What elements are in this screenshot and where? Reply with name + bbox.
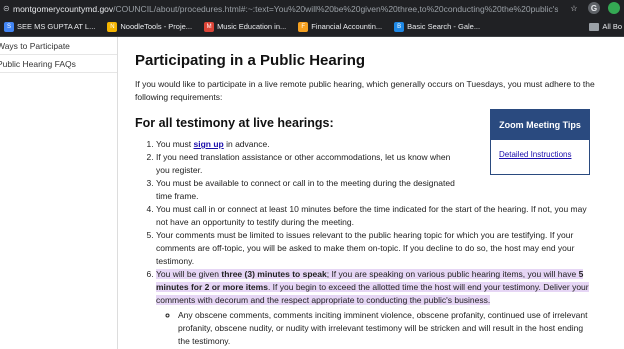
sub-list-item: Any obscene comments, comments inciting … [178,309,597,348]
bookmark-4[interactable]: B Basic Search - Gale... [394,21,480,32]
bookmark-favicon-icon: S [4,21,14,32]
list-item-highlighted: You will be given three (3) minutes to s… [156,268,597,348]
site-info-icon[interactable]: ⊝ [3,4,13,13]
extension-icon[interactable]: G [588,2,600,14]
bookmark-favicon-icon: N [107,21,118,32]
profile-avatar[interactable] [608,2,620,14]
intro-paragraph: If you would like to participate in a li… [135,79,595,102]
bookmark-favicon-icon: F [298,21,309,32]
list-item: You must call in or connect at least 10 … [156,203,597,229]
page-title: Participating in a Public Hearing [135,52,366,69]
list-item: Your comments must be limited to issues … [156,229,597,268]
list-item: You must sign up in advance. [156,138,597,151]
bookmark-favicon-icon: B [394,21,405,32]
address-bar[interactable]: ⊝ montgomerycountymd.gov/COUNCIL/about/p… [0,0,624,17]
bookmarks-bar: S SEE MS GUPTA AT L... N NoodleTools - Pro… [0,17,624,37]
bookmark-1[interactable]: N NoodleTools - Proje... [107,21,192,32]
highlighted-text: You will be given three (3) minutes to s… [156,269,589,305]
list-item: You must be available to connect or call… [156,177,456,203]
sub-list: Any obscene comments, comments inciting … [178,309,597,348]
all-bookmarks[interactable]: All Bo [589,22,622,31]
requirements-list: You must sign up in advance. If you need… [147,138,597,348]
bookmark-star-icon[interactable]: ☆ [568,2,580,14]
folder-icon [589,22,600,31]
sidebar-item-ways-to-participate[interactable]: Ways to Participate [0,37,117,55]
sidebar-item-public-hearing-faqs[interactable]: Public Hearing FAQs [0,55,117,73]
bookmark-favicon-icon: M [204,21,215,32]
list-item: If you need translation assistance or ot… [156,151,456,177]
url-text[interactable]: montgomerycountymd.gov/COUNCIL/about/pro… [13,4,558,14]
bookmark-3[interactable]: F Financial Accountin... [298,21,382,32]
sidebar: Ways to Participate Public Hearing FAQs [0,37,118,349]
bookmark-0[interactable]: S SEE MS GUPTA AT L... [4,21,95,32]
sign-up-link[interactable]: sign up [194,139,224,149]
zoom-tips-heading: Zoom Meeting Tips [491,110,589,140]
bookmark-2[interactable]: M Music Education in... [204,21,286,32]
